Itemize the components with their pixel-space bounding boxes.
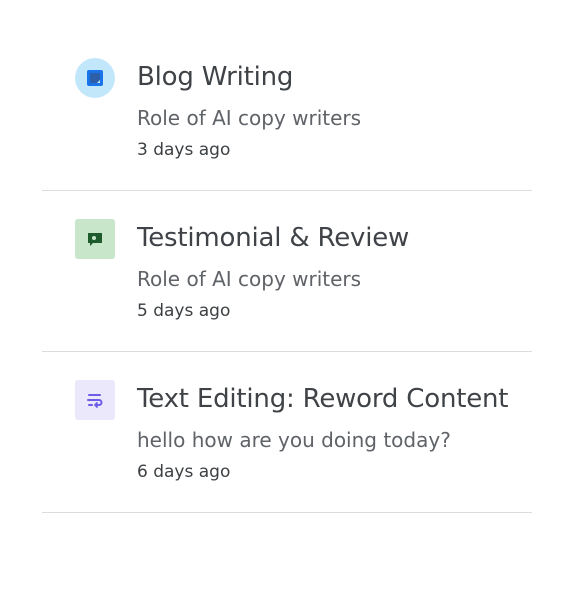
item-timestamp: 3 days ago xyxy=(137,140,231,160)
item-title: Blog Writing xyxy=(137,62,294,92)
item-timestamp: 6 days ago xyxy=(137,462,231,482)
item-title: Testimonial & Review xyxy=(137,223,410,253)
list-item[interactable]: Testimonial & Review Role of AI copy wri… xyxy=(42,191,532,352)
list-item[interactable]: Blog Writing Role of AI copy writers 3 d… xyxy=(42,30,532,191)
list-item[interactable]: Text Editing: Reword Content hello how a… xyxy=(42,352,532,513)
item-timestamp: 5 days ago xyxy=(137,301,231,321)
text-wrap-icon xyxy=(75,380,115,420)
item-title: Text Editing: Reword Content xyxy=(137,384,509,414)
item-subtitle: Role of AI copy writers xyxy=(137,106,362,130)
chat-bubble-icon xyxy=(75,219,115,259)
document-icon xyxy=(75,58,115,98)
item-subtitle: hello how are you doing today? xyxy=(137,428,451,452)
item-subtitle: Role of AI copy writers xyxy=(137,267,362,291)
